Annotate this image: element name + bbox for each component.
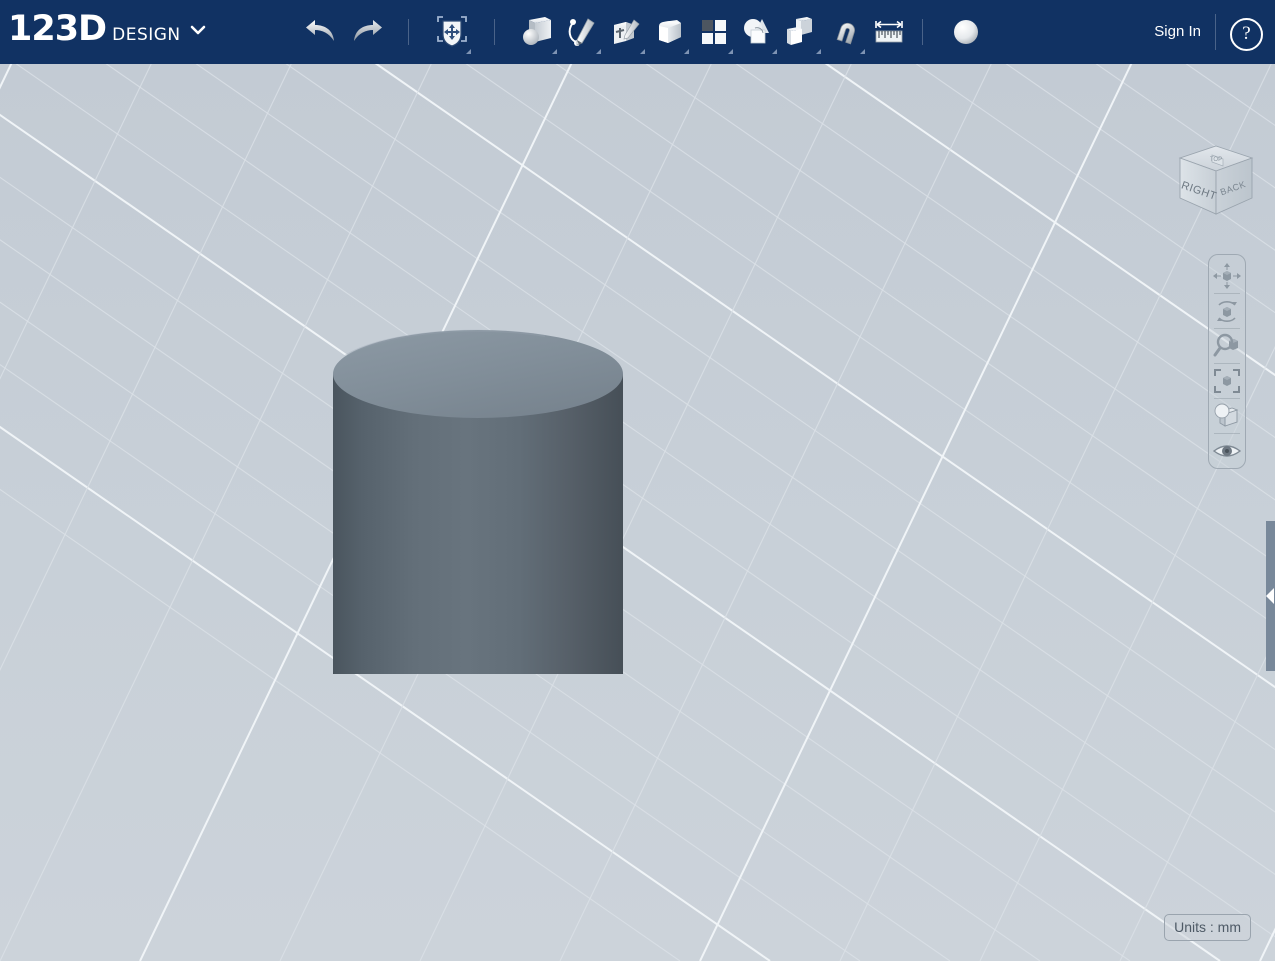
modify-button[interactable] (648, 8, 692, 56)
app-header: 123D DESIGN Sign In ? (0, 0, 1275, 64)
collapse-left-arrow-icon[interactable] (1266, 588, 1274, 604)
redo-button[interactable] (344, 8, 388, 56)
view-cube[interactable]: RIGHT BACK TOP (1168, 138, 1264, 238)
sketch-button[interactable] (560, 8, 604, 56)
primitives-button[interactable] (516, 8, 560, 56)
viewcube-label-top: TOP (1210, 157, 1222, 163)
toolbar-divider-1 (408, 19, 409, 45)
toolbar-divider-2 (494, 19, 495, 45)
pattern-caret-icon (728, 49, 733, 54)
units-badge[interactable]: Units : mm (1164, 914, 1251, 941)
viewport-3d[interactable]: RIGHT BACK TOP Units: mm (0, 64, 1275, 961)
magnifier-zoom-icon (1213, 333, 1238, 357)
measure-button[interactable] (868, 8, 912, 56)
zoom-tool[interactable] (1210, 329, 1244, 363)
navigation-toolbar (1208, 254, 1246, 469)
primitives-caret-icon (552, 49, 557, 54)
fit-tool[interactable] (1210, 364, 1244, 398)
sign-in-button[interactable]: Sign In (1154, 22, 1201, 42)
view-style-tool[interactable] (1210, 399, 1244, 433)
undo-button[interactable] (300, 8, 344, 56)
chevron-down-icon[interactable] (190, 22, 206, 38)
modify-caret-icon (684, 49, 689, 54)
construct-caret-icon (640, 49, 645, 54)
grouping-caret-icon (772, 49, 777, 54)
transform-toolbar-group (430, 0, 474, 64)
construct-button[interactable] (604, 8, 648, 56)
material-toolbar-group (944, 0, 988, 64)
cylinder-model[interactable] (315, 274, 645, 674)
snap-caret-icon (860, 49, 865, 54)
combine-caret-icon (816, 49, 821, 54)
brand-primary-text: 123D (8, 9, 107, 49)
visibility-tool[interactable] (1210, 434, 1244, 468)
pan-arrows-icon (1213, 263, 1241, 289)
material-button[interactable] (944, 8, 988, 56)
transform-caret-icon (466, 49, 471, 54)
view-style-icon (1214, 403, 1239, 427)
orbit-rotate-icon (1217, 301, 1237, 322)
orbit-tool[interactable] (1210, 294, 1244, 328)
pan-tool[interactable] (1210, 259, 1244, 293)
header-divider-signin (1215, 14, 1216, 50)
app-root: 123D DESIGN Sign In ? RIGHT BACK TOP Uni… (0, 0, 1275, 961)
brand-secondary-text: DESIGN (112, 25, 181, 45)
sketch-caret-icon (596, 49, 601, 54)
eye-visibility-icon (1212, 445, 1242, 457)
transform-button[interactable] (430, 8, 474, 56)
toolbar-divider-3 (922, 19, 923, 45)
combine-button[interactable] (780, 8, 824, 56)
grouping-button[interactable] (736, 8, 780, 56)
pattern-button[interactable] (692, 8, 736, 56)
help-button[interactable]: ? (1230, 18, 1263, 51)
fit-to-view-icon (1214, 369, 1240, 393)
brand-logo[interactable]: 123D DESIGN (8, 12, 206, 52)
tools-toolbar-group (516, 0, 912, 64)
snap-button[interactable] (824, 8, 868, 56)
history-toolbar-group (300, 0, 388, 64)
